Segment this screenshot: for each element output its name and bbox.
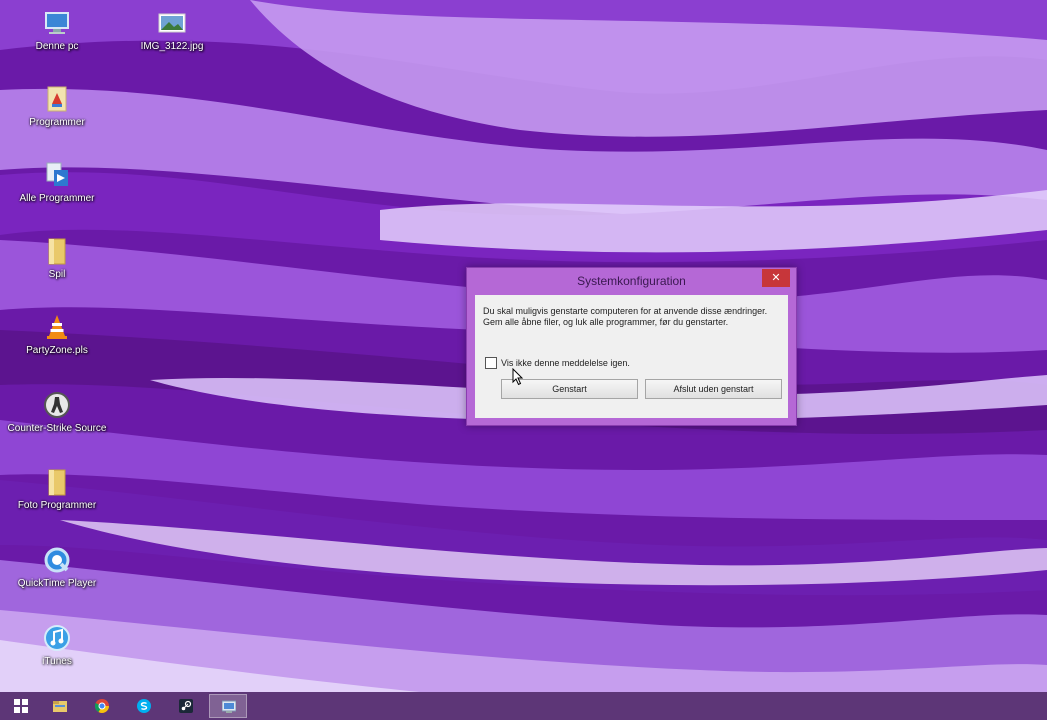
exit-without-restart-button[interactable]: Afslut uden genstart bbox=[645, 379, 782, 399]
desktop-icon-label: IMG_3122.jpg bbox=[140, 41, 204, 52]
counter-strike-icon bbox=[44, 392, 70, 418]
all-programs-icon bbox=[46, 162, 68, 186]
close-button[interactable]: ✕ bbox=[762, 269, 790, 287]
checkbox-label: Vis ikke denne meddelelse igen. bbox=[501, 358, 630, 368]
dialog-message: Du skal muligvis genstarte computeren fo… bbox=[483, 306, 768, 327]
dont-show-again-checkbox[interactable]: Vis ikke denne meddelelse igen. bbox=[485, 357, 630, 369]
windows-start-icon bbox=[14, 699, 28, 713]
desktop-icon-denne-pc[interactable]: Denne pc bbox=[2, 8, 112, 53]
desktop-icon-label: Denne pc bbox=[35, 41, 79, 52]
taskbar-chrome[interactable] bbox=[83, 694, 121, 718]
start-button[interactable] bbox=[2, 694, 40, 718]
taskbar-file-explorer[interactable] bbox=[41, 694, 79, 718]
programs-icon bbox=[47, 86, 67, 112]
mouse-cursor bbox=[512, 368, 524, 386]
chrome-icon bbox=[95, 699, 109, 713]
desktop-icon-label: QuickTime Player bbox=[17, 578, 97, 589]
itunes-icon bbox=[44, 625, 70, 651]
folder-icon bbox=[48, 469, 66, 496]
system-configuration-icon bbox=[222, 700, 236, 713]
image-file-icon bbox=[158, 13, 186, 33]
skype-icon bbox=[137, 699, 151, 713]
taskbar bbox=[0, 692, 1047, 720]
desktop-icon-image-file[interactable]: IMG_3122.jpg bbox=[117, 8, 227, 53]
file-explorer-icon bbox=[53, 701, 67, 712]
desktop-icon-programmer[interactable]: Programmer bbox=[2, 84, 112, 129]
desktop-icon-label: Alle Programmer bbox=[19, 193, 95, 204]
system-configuration-dialog: Systemkonfiguration ✕ Du skal muligvis g… bbox=[466, 267, 797, 426]
desktop-icon-label: iTunes bbox=[42, 656, 72, 667]
dialog-body: Du skal muligvis genstarte computeren fo… bbox=[475, 295, 788, 418]
taskbar-steam[interactable] bbox=[167, 694, 205, 718]
taskbar-skype[interactable] bbox=[125, 694, 163, 718]
desktop-icon-quicktime[interactable]: QuickTime Player bbox=[2, 545, 112, 590]
desktop-icon-alle-programmer[interactable]: Alle Programmer bbox=[2, 160, 112, 205]
desktop-icon-label: Foto Programmer bbox=[17, 500, 97, 511]
desktop-icon-label: PartyZone.pls bbox=[26, 345, 88, 356]
dialog-title: Systemkonfiguration bbox=[577, 274, 686, 288]
desktop-icon-label: Programmer bbox=[29, 117, 85, 128]
folder-icon bbox=[48, 238, 66, 265]
desktop-icon-partyzone[interactable]: PartyZone.pls bbox=[2, 312, 112, 357]
steam-icon bbox=[179, 699, 193, 713]
desktop-icon-itunes[interactable]: iTunes bbox=[2, 623, 112, 668]
dialog-titlebar[interactable]: Systemkonfiguration ✕ bbox=[467, 268, 796, 294]
computer-icon bbox=[45, 12, 69, 34]
checkbox-box[interactable] bbox=[485, 357, 497, 369]
taskbar-system-configuration[interactable] bbox=[209, 694, 247, 718]
desktop-icon-label: Counter-Strike Source bbox=[7, 423, 107, 434]
quicktime-icon bbox=[44, 547, 70, 573]
desktop-icon-label: Spil bbox=[48, 269, 66, 280]
desktop-icon-counter-strike[interactable]: Counter-Strike Source bbox=[2, 390, 112, 435]
desktop-icon-foto-programmer[interactable]: Foto Programmer bbox=[2, 467, 112, 512]
vlc-playlist-icon bbox=[47, 315, 67, 339]
desktop-icon-spil[interactable]: Spil bbox=[2, 236, 112, 281]
